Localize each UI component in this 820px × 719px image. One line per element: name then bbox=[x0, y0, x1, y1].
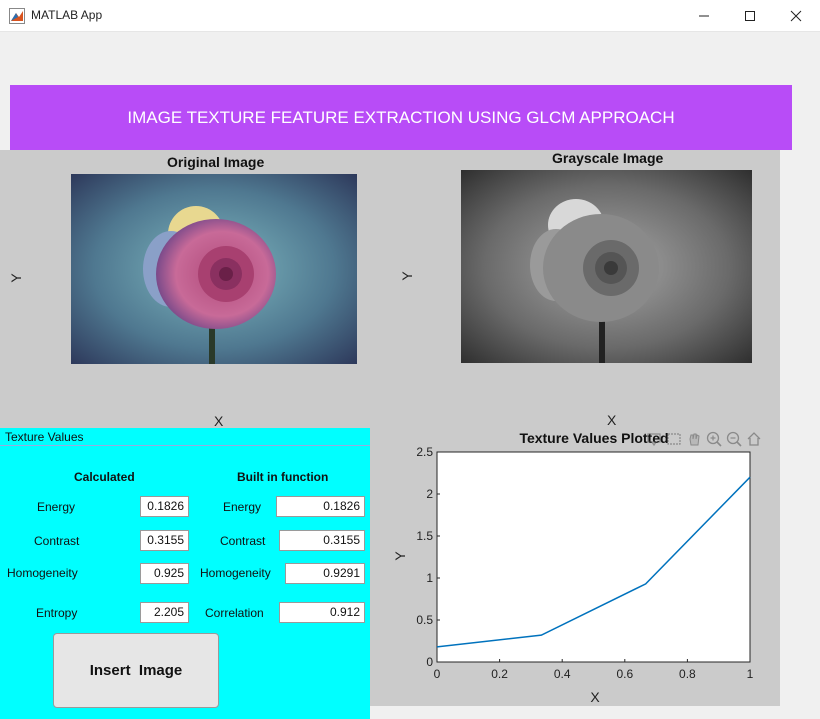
close-icon bbox=[790, 10, 802, 21]
original-image-title: Original Image bbox=[167, 154, 265, 170]
x-tick-label: 0 bbox=[434, 667, 441, 681]
calc-energy-field[interactable]: 0.1826 bbox=[140, 496, 189, 517]
calc-contrast-field[interactable]: 0.3155 bbox=[140, 530, 189, 551]
minimize-button[interactable] bbox=[681, 0, 727, 31]
calc-homogeneity-label: Homogeneity bbox=[7, 566, 78, 580]
builtin-correlation-field[interactable]: 0.912 bbox=[279, 602, 365, 623]
texture-values-panel: Texture Values Calculated Built in funct… bbox=[0, 428, 370, 719]
original-image-ylabel: Y bbox=[8, 273, 24, 283]
builtin-contrast-field[interactable]: 0.3155 bbox=[279, 530, 365, 551]
x-tick-label: 0.8 bbox=[679, 667, 696, 681]
calc-contrast-label: Contrast bbox=[34, 534, 80, 548]
original-image bbox=[71, 174, 357, 364]
window-titlebar: MATLAB App bbox=[0, 0, 820, 32]
brush-icon[interactable] bbox=[667, 433, 681, 445]
builtin-heading: Built in function bbox=[237, 470, 329, 484]
texture-values-chart: 0 0.5 1 1.5 2 2.5 0 0.2 0.4 0.6 0.8 1 Texture Valu… bbox=[392, 430, 761, 705]
chart-ylabel: Y bbox=[392, 551, 408, 561]
zoom-out-icon[interactable] bbox=[726, 431, 742, 447]
grayscale-image-ylabel: Y bbox=[399, 271, 415, 281]
panel-title: Texture Values bbox=[0, 428, 370, 446]
builtin-contrast-label: Contrast bbox=[220, 534, 266, 548]
maximize-icon bbox=[745, 10, 755, 21]
y-tick-label: 0 bbox=[426, 655, 433, 669]
zoom-in-icon[interactable] bbox=[706, 431, 722, 447]
builtin-homogeneity-label: Homogeneity bbox=[200, 566, 271, 580]
original-image-xlabel: X bbox=[214, 413, 224, 429]
plot-area bbox=[436, 451, 751, 663]
insert-image-button[interactable]: Insert Image bbox=[53, 633, 219, 708]
calc-entropy-label: Entropy bbox=[36, 606, 78, 620]
window-title: MATLAB App bbox=[31, 8, 103, 22]
y-tick-label: 1.5 bbox=[416, 529, 433, 543]
matlab-app-icon bbox=[9, 8, 25, 24]
y-tick-label: 2 bbox=[426, 487, 433, 501]
app-banner: IMAGE TEXTURE FEATURE EXTRACTION USING G… bbox=[10, 85, 792, 150]
builtin-correlation-label: Correlation bbox=[205, 606, 264, 620]
builtin-energy-field[interactable]: 0.1826 bbox=[276, 496, 365, 517]
y-tick-label: 0.5 bbox=[416, 613, 433, 627]
calc-entropy-field[interactable]: 2.205 bbox=[140, 602, 189, 623]
calculated-heading: Calculated bbox=[74, 470, 135, 484]
x-tick-label: 0.2 bbox=[491, 667, 508, 681]
grayscale-image-title: Grayscale Image bbox=[552, 150, 664, 166]
grayscale-image-xlabel: X bbox=[607, 412, 617, 428]
calc-homogeneity-field[interactable]: 0.925 bbox=[140, 563, 189, 584]
builtin-homogeneity-field[interactable]: 0.9291 bbox=[285, 563, 365, 584]
maximize-button[interactable] bbox=[727, 0, 773, 31]
home-icon[interactable] bbox=[747, 432, 761, 446]
x-tick-label: 0.4 bbox=[554, 667, 571, 681]
calc-energy-label: Energy bbox=[37, 500, 76, 514]
y-tick-label: 2.5 bbox=[416, 445, 433, 459]
grayscale-image bbox=[461, 170, 752, 363]
minimize-icon bbox=[699, 15, 709, 16]
x-tick-label: 1 bbox=[747, 667, 754, 681]
y-axis: 0 0.5 1 1.5 2 2.5 bbox=[416, 445, 440, 669]
x-tick-label: 0.6 bbox=[616, 667, 633, 681]
chart-title: Texture Values Plotted bbox=[519, 430, 668, 446]
y-tick-label: 1 bbox=[426, 571, 433, 585]
chart-xlabel: X bbox=[590, 689, 600, 705]
close-button[interactable] bbox=[773, 0, 819, 31]
pan-icon[interactable] bbox=[689, 433, 700, 446]
builtin-energy-label: Energy bbox=[223, 500, 262, 514]
